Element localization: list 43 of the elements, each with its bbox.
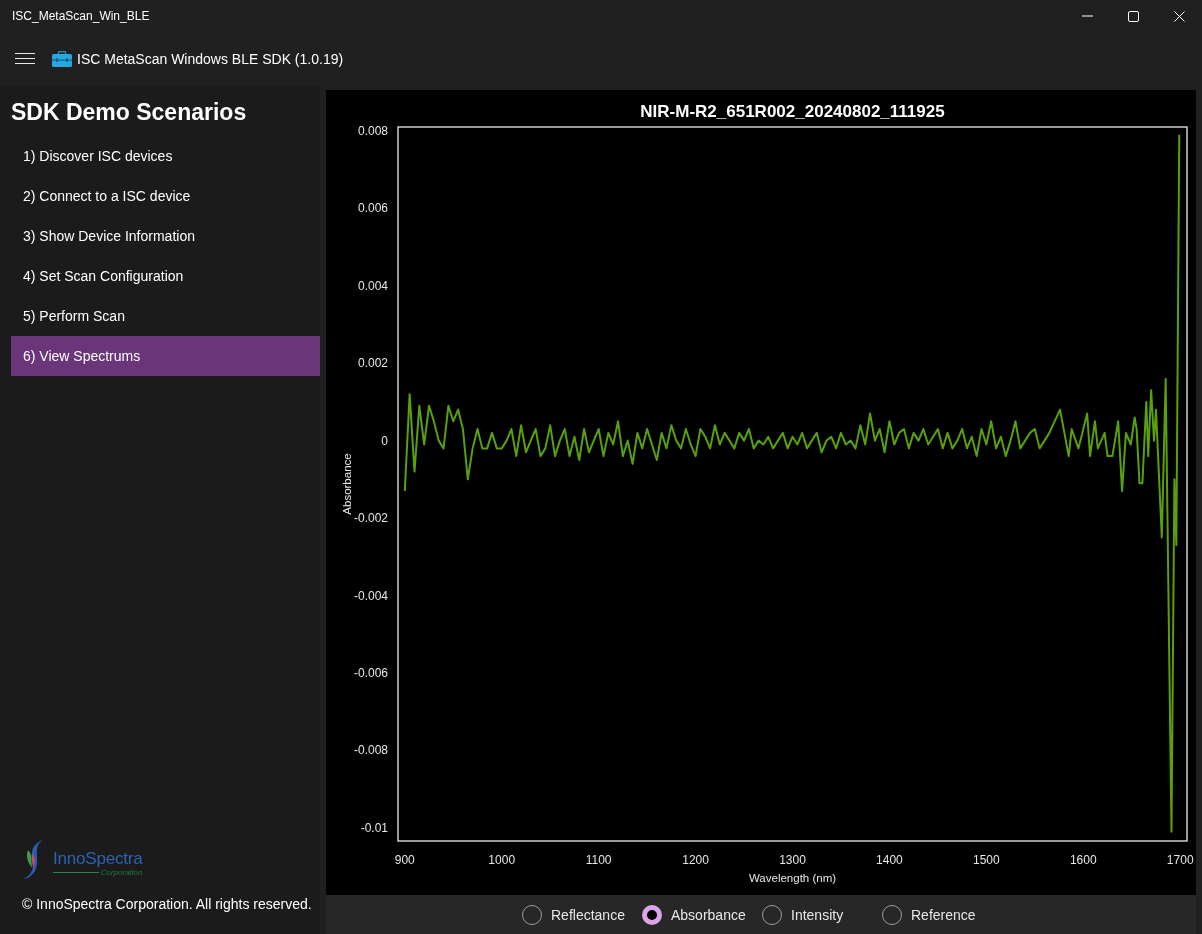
window-title: ISC_MetaScan_Win_BLE <box>12 9 150 23</box>
nav-item[interactable]: 6) View Spectrums <box>11 336 320 376</box>
logo-tagline: Corporation <box>100 868 143 877</box>
y-tick-label: 0.008 <box>357 123 388 138</box>
minimize-icon <box>1081 15 1093 17</box>
x-tick-label: 1100 <box>585 853 612 867</box>
x-tick-label: 1000 <box>488 853 516 867</box>
y-tick-label: 0 <box>381 433 388 448</box>
nav-item[interactable]: 5) Perform Scan <box>11 296 320 336</box>
menu-icon <box>15 53 35 65</box>
y-tick-label: 0.002 <box>357 356 388 371</box>
y-tick-label: 0.006 <box>357 201 388 216</box>
radio-option[interactable]: Intensity <box>761 904 881 925</box>
maximize-icon <box>1127 10 1139 22</box>
nav-item[interactable]: 3) Show Device Information <box>11 216 320 256</box>
y-tick-label: -0.006 <box>353 665 388 680</box>
y-tick-label: -0.01 <box>360 820 388 835</box>
sidebar-title: SDK Demo Scenarios <box>11 99 248 125</box>
close-icon <box>1173 10 1185 22</box>
x-tick-label: 1700 <box>1166 853 1194 867</box>
copyright-text: © InnoSpectra Corporation. All rights reserved. <box>22 895 313 914</box>
x-tick-label: 1300 <box>779 853 806 867</box>
y-tick-label: 0.004 <box>357 278 388 293</box>
app-title: ISC MetaScan Windows BLE SDK (1.0.19) <box>77 51 344 67</box>
chart-title: NIR-M-R2_651R002_20240802_111925 <box>640 102 945 121</box>
x-tick-label: 1400 <box>876 853 903 867</box>
nav-item[interactable]: 1) Discover ISC devices <box>11 136 320 176</box>
y-tick-label: -0.002 <box>353 511 388 526</box>
y-tick-label: -0.008 <box>353 743 388 758</box>
x-tick-label: 1600 <box>1069 853 1097 867</box>
radio-option[interactable]: Reference <box>881 904 1001 925</box>
x-axis-label: Wavelength (nm) <box>748 872 837 884</box>
radio-option[interactable]: Reflectance <box>521 904 641 925</box>
x-tick-label: 1200 <box>682 853 709 867</box>
y-axis-label: Absorbance <box>341 453 353 515</box>
x-tick-label: 1500 <box>973 853 1000 867</box>
y-tick-label: -0.004 <box>353 588 388 603</box>
nav-item[interactable]: 2) Connect to a ISC device <box>11 176 320 216</box>
toolbox-icon <box>52 51 72 67</box>
nav-item[interactable]: 4) Set Scan Configuration <box>11 256 320 296</box>
logo-name: InnoSpectra <box>53 849 143 868</box>
x-tick-label: 900 <box>394 853 415 867</box>
radio-option[interactable]: Absorbance <box>641 904 761 925</box>
